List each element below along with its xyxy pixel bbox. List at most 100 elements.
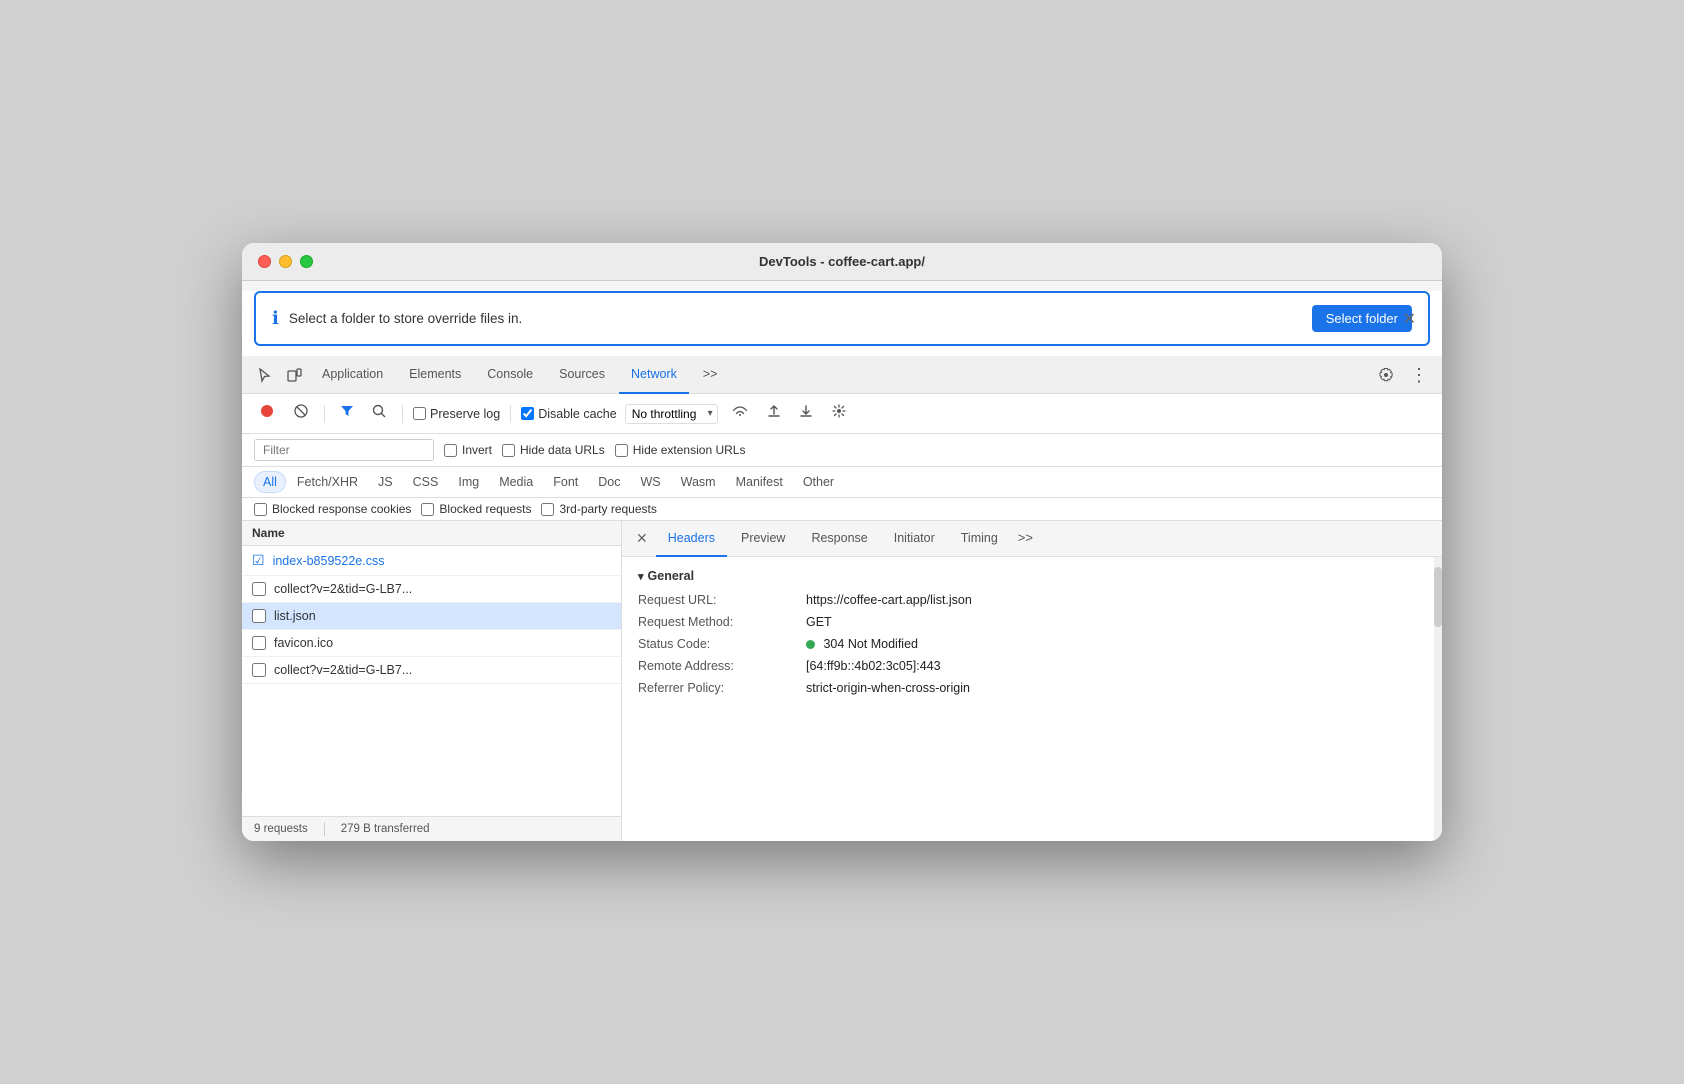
detail-tab-more[interactable]: >> [1012,521,1039,557]
invert-checkbox[interactable] [444,444,457,457]
detail-tab-headers[interactable]: Headers [656,521,727,557]
disable-cache-checkbox[interactable] [521,407,534,420]
tab-console[interactable]: Console [475,356,545,394]
item-checkbox[interactable] [252,663,266,677]
network-settings-button[interactable] [826,400,852,427]
gear-icon [1378,367,1394,383]
export-har-button[interactable] [794,401,818,426]
throttling-wrapper: No throttling Slow 3G Fast 3G Offline [625,404,718,424]
search-icon [372,404,387,419]
list-item[interactable]: collect?v=2&tid=G-LB7... [242,576,621,603]
detail-value-referrer: strict-origin-when-cross-origin [806,681,1426,695]
detail-tabs: ✕ Headers Preview Response Initiator Tim… [622,521,1442,557]
resource-type-manifest[interactable]: Manifest [727,471,792,493]
throttling-select[interactable]: No throttling Slow 3G Fast 3G Offline [625,404,718,424]
detail-panel: ✕ Headers Preview Response Initiator Tim… [622,521,1442,841]
hide-extension-urls-label: Hide extension URLs [633,443,746,457]
scrollbar-thumb[interactable] [1434,567,1442,627]
item-checkbox[interactable] [252,636,266,650]
invert-label: Invert [462,443,492,457]
hide-extension-urls-checkbox[interactable] [615,444,628,457]
hide-extension-urls-group: Hide extension URLs [615,443,746,457]
resource-type-other[interactable]: Other [794,471,843,493]
filter-bar: Invert Hide data URLs Hide extension URL… [242,434,1442,467]
resource-type-css[interactable]: CSS [404,471,448,493]
window-title: DevTools - coffee-cart.app/ [759,254,925,269]
preserve-log-group: Preserve log [413,407,500,421]
detail-tab-response[interactable]: Response [799,521,879,557]
network-toolbar: Preserve log Disable cache No throttling… [242,394,1442,434]
resource-type-all[interactable]: All [254,471,286,493]
info-icon: ℹ [272,308,279,329]
settings-icon-button[interactable] [1372,363,1400,387]
resource-type-js[interactable]: JS [369,471,402,493]
hide-data-urls-checkbox[interactable] [502,444,515,457]
cursor-icon [256,367,272,383]
item-checkbox[interactable] [252,609,266,623]
list-item[interactable]: ☑ index-b859522e.css [242,546,621,576]
cursor-icon-button[interactable] [250,363,278,387]
tab-elements[interactable]: Elements [397,356,473,394]
resource-type-font[interactable]: Font [544,471,587,493]
clear-button[interactable] [288,400,314,427]
request-list: Name ☑ index-b859522e.css collect?v=2&ti… [242,521,622,841]
tab-network[interactable]: Network [619,356,689,394]
resource-type-doc[interactable]: Doc [589,471,629,493]
override-banner: ℹ Select a folder to store override file… [254,291,1430,346]
preserve-log-checkbox[interactable] [413,407,426,420]
tab-sources[interactable]: Sources [547,356,617,394]
device-icon-button[interactable] [280,363,308,387]
maximize-traffic-light[interactable] [300,255,313,268]
request-list-header: Name [242,521,621,546]
minimize-traffic-light[interactable] [279,255,292,268]
item-checkbox[interactable] [252,582,266,596]
clear-icon [293,403,309,419]
detail-label: Remote Address: [638,659,798,673]
filter-toggle-button[interactable] [335,401,359,426]
filter-icon [340,404,354,418]
filter-input-wrap [254,439,434,461]
third-party-checkbox[interactable] [541,503,554,516]
detail-close-button[interactable]: ✕ [630,528,654,549]
network-settings-icon [831,403,847,419]
item-name: index-b859522e.css [273,554,611,568]
third-party-group: 3rd-party requests [541,502,656,516]
record-icon [259,403,275,419]
list-item[interactable]: favicon.ico [242,630,621,657]
resource-type-img[interactable]: Img [449,471,488,493]
tab-application[interactable]: Application [310,356,395,394]
blocked-requests-group: Blocked requests [421,502,531,516]
record-button[interactable] [254,400,280,427]
checked-icon: ☑ [252,552,265,569]
item-name: favicon.ico [274,636,611,650]
detail-tab-preview[interactable]: Preview [729,521,797,557]
close-traffic-light[interactable] [258,255,271,268]
tab-more[interactable]: >> [691,356,730,394]
select-folder-button[interactable]: Select folder [1312,305,1412,332]
more-icon-button[interactable]: ⋮ [1404,362,1434,388]
list-item[interactable]: collect?v=2&tid=G-LB7... [242,657,621,684]
banner-close-button[interactable]: ✕ [1403,309,1416,329]
disable-cache-label: Disable cache [538,407,617,421]
wifi-icon [731,404,749,418]
scrollbar-track[interactable] [1434,557,1442,841]
resource-type-fetch-xhr[interactable]: Fetch/XHR [288,471,367,493]
import-har-button[interactable] [762,401,786,426]
blocked-cookies-checkbox[interactable] [254,503,267,516]
detail-tab-timing[interactable]: Timing [949,521,1010,557]
resource-type-wasm[interactable]: Wasm [672,471,725,493]
third-party-label: 3rd-party requests [559,502,656,516]
detail-tab-initiator[interactable]: Initiator [882,521,947,557]
tabs-bar: Application Elements Console Sources Net… [242,356,1442,394]
blocked-requests-checkbox[interactable] [421,503,434,516]
network-conditions-button[interactable] [726,401,754,426]
devtools-window: DevTools - coffee-cart.app/ ℹ Select a f… [242,243,1442,841]
search-button[interactable] [367,401,392,427]
detail-content: General Request URL: https://coffee-cart… [622,557,1442,841]
detail-row-referrer: Referrer Policy: strict-origin-when-cros… [638,681,1426,695]
resource-type-media[interactable]: Media [490,471,542,493]
traffic-lights [258,255,313,268]
list-item-selected[interactable]: list.json [242,603,621,630]
resource-type-ws[interactable]: WS [631,471,669,493]
filter-input[interactable] [263,443,425,457]
